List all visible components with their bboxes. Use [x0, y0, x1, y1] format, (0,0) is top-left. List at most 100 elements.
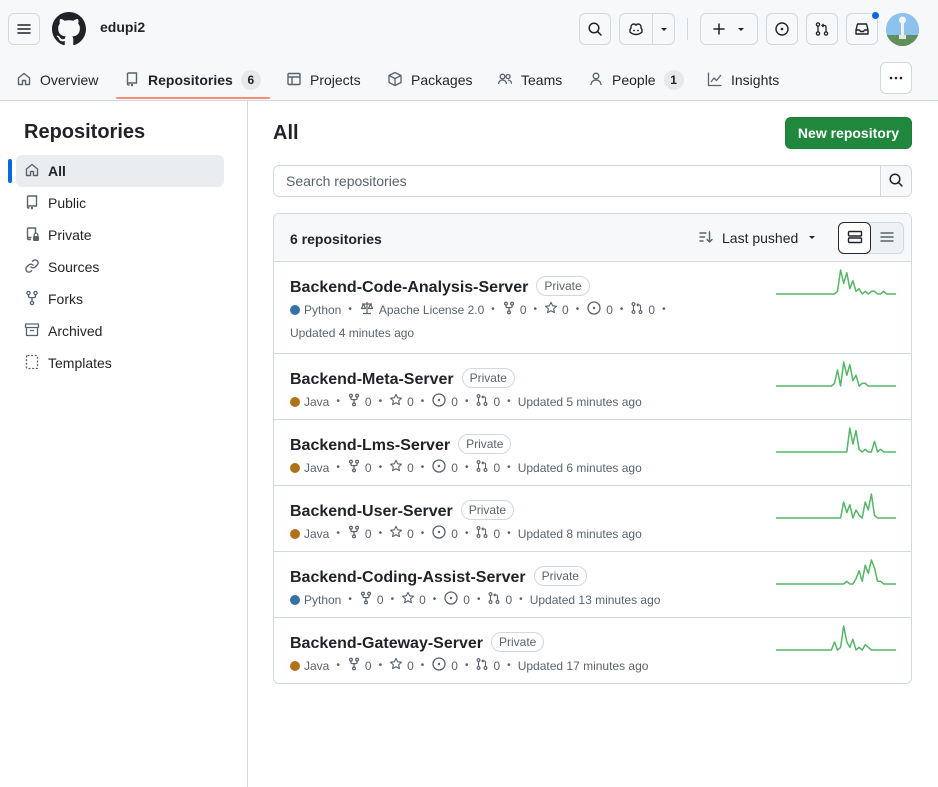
issues-count[interactable]: 0 — [431, 656, 458, 675]
repo-link[interactable]: Backend-Gateway-Server Private — [290, 632, 545, 653]
sidebar-item-templates[interactable]: Templates — [16, 347, 224, 379]
repo-link[interactable]: Backend-Lms-Server Private — [290, 434, 512, 455]
language-color-dot — [290, 660, 300, 671]
forks-count[interactable]: 0 — [359, 591, 384, 608]
star-icon — [389, 459, 403, 476]
issue-icon — [431, 392, 447, 411]
forks-count[interactable]: 0 — [347, 393, 372, 410]
issues-count[interactable]: 0 — [431, 392, 458, 411]
sort-dropdown[interactable]: Last pushed — [698, 226, 818, 250]
repo-row: Backend-Meta-Server Private Java • 0 • 0 … — [274, 354, 911, 420]
prs-count[interactable]: 0 — [475, 393, 500, 410]
language-color-dot — [290, 594, 300, 605]
tab-people[interactable]: People 1 — [588, 60, 684, 100]
person-icon — [588, 71, 604, 90]
issues-count[interactable]: 0 — [431, 458, 458, 477]
repo-meta: Python • 0 • 0 • 0 • 0 • Updated 13 minu… — [290, 590, 660, 609]
forks-count[interactable]: 0 — [502, 301, 527, 318]
issues-count[interactable]: 0 — [431, 524, 458, 543]
pull-request-icon — [475, 657, 489, 674]
plus-icon — [711, 21, 727, 37]
fork-icon — [359, 591, 373, 608]
issues-count[interactable]: 0 — [586, 300, 613, 319]
compact-view-button[interactable] — [871, 223, 903, 253]
visibility-badge: Private — [536, 276, 590, 296]
updated-time: Updated 6 minutes ago — [517, 460, 642, 475]
prs-count[interactable]: 0 — [630, 301, 655, 318]
org-nav-tabs: Overview Repositories 6 Projects Package… — [0, 60, 938, 100]
kebab-horizontal-icon — [888, 70, 904, 86]
pull-request-icon — [487, 591, 501, 608]
repo-meta: Java • 0 • 0 • 0 • 0 • Updated 5 minutes… — [290, 392, 642, 411]
issues-count[interactable]: 0 — [443, 590, 470, 609]
tab-insights[interactable]: Insights — [707, 60, 779, 100]
sidebar-item-archived[interactable]: Archived — [16, 315, 224, 347]
repo-link[interactable]: Backend-User-Server Private — [290, 500, 515, 521]
active-item-marker — [8, 159, 12, 183]
repo-count-label: 6 repositories — [290, 231, 382, 247]
stars-count[interactable]: 0 — [401, 591, 426, 608]
avatar[interactable] — [886, 13, 919, 46]
updated-time: Updated 8 minutes ago — [517, 526, 642, 541]
more-tabs-button[interactable] — [880, 62, 912, 94]
repo-link[interactable]: Backend-Code-Analysis-Server Private — [290, 276, 590, 297]
inbox-icon — [854, 21, 870, 37]
menu-button[interactable] — [8, 13, 40, 45]
prs-count[interactable]: 0 — [487, 591, 512, 608]
forks-count[interactable]: 0 — [347, 525, 372, 542]
tab-overview[interactable]: Overview — [16, 60, 98, 100]
prs-count[interactable]: 0 — [475, 657, 500, 674]
tab-label: Teams — [521, 72, 563, 88]
repo-link[interactable]: Backend-Meta-Server Private — [290, 368, 515, 389]
search-input[interactable] — [273, 165, 881, 197]
forks-count[interactable]: 0 — [347, 657, 372, 674]
search-button[interactable] — [579, 13, 611, 45]
active-tab-underline — [116, 97, 270, 99]
repo-meta: Java • 0 • 0 • 0 • 0 • Updated 17 minute… — [290, 656, 648, 675]
tab-packages[interactable]: Packages — [387, 60, 472, 100]
fork-icon — [24, 290, 40, 309]
comfortable-view-button[interactable] — [838, 222, 871, 254]
prs-count[interactable]: 0 — [475, 459, 500, 476]
sparkline-path — [776, 559, 896, 585]
issues-button[interactable] — [766, 13, 798, 45]
create-new-button[interactable] — [700, 13, 758, 45]
stars-count[interactable]: 0 — [389, 459, 414, 476]
repo-link[interactable]: Backend-Coding-Assist-Server Private — [290, 566, 587, 587]
prs-count[interactable]: 0 — [475, 525, 500, 542]
hamburger-icon — [16, 21, 32, 37]
repo-list-panel: 6 repositories Last pushed Backend-Code-… — [273, 213, 912, 684]
stars-count[interactable]: 0 — [389, 393, 414, 410]
stars-count[interactable]: 0 — [544, 301, 569, 318]
sparkline-path — [776, 625, 896, 651]
license: Apache License 2.0 — [359, 300, 484, 319]
sparkline-path — [776, 269, 896, 295]
table-icon — [286, 71, 302, 90]
search-icon — [587, 21, 603, 37]
search-submit-button[interactable] — [880, 165, 912, 197]
org-name[interactable]: edupi2 — [100, 19, 145, 35]
copilot-button[interactable] — [619, 13, 675, 45]
law-icon — [359, 300, 375, 319]
sidebar-item-all[interactable]: All — [16, 155, 224, 187]
sidebar-item-private[interactable]: Private — [16, 219, 224, 251]
pull-requests-button[interactable] — [806, 13, 838, 45]
sidebar-item-label: Public — [48, 195, 87, 211]
tab-projects[interactable]: Projects — [286, 60, 361, 100]
forks-count[interactable]: 0 — [347, 459, 372, 476]
new-repository-button[interactable]: New repository — [785, 117, 912, 149]
sidebar-item-forks[interactable]: Forks — [16, 283, 224, 315]
stars-count[interactable]: 0 — [389, 525, 414, 542]
tab-teams[interactable]: Teams — [497, 60, 562, 100]
archive-icon — [24, 322, 40, 341]
visibility-badge: Private — [460, 500, 515, 520]
sidebar-item-label: Forks — [48, 291, 83, 307]
issue-icon — [431, 458, 447, 477]
sidebar-item-public[interactable]: Public — [16, 187, 224, 219]
stars-count[interactable]: 0 — [389, 657, 414, 674]
tab-repositories[interactable]: Repositories 6 — [124, 60, 261, 100]
github-logo[interactable] — [52, 12, 86, 46]
sidebar-item-sources[interactable]: Sources — [16, 251, 224, 283]
repo-row: Backend-Lms-Server Private Java • 0 • 0 •… — [274, 420, 911, 486]
tab-label: Packages — [411, 72, 473, 88]
